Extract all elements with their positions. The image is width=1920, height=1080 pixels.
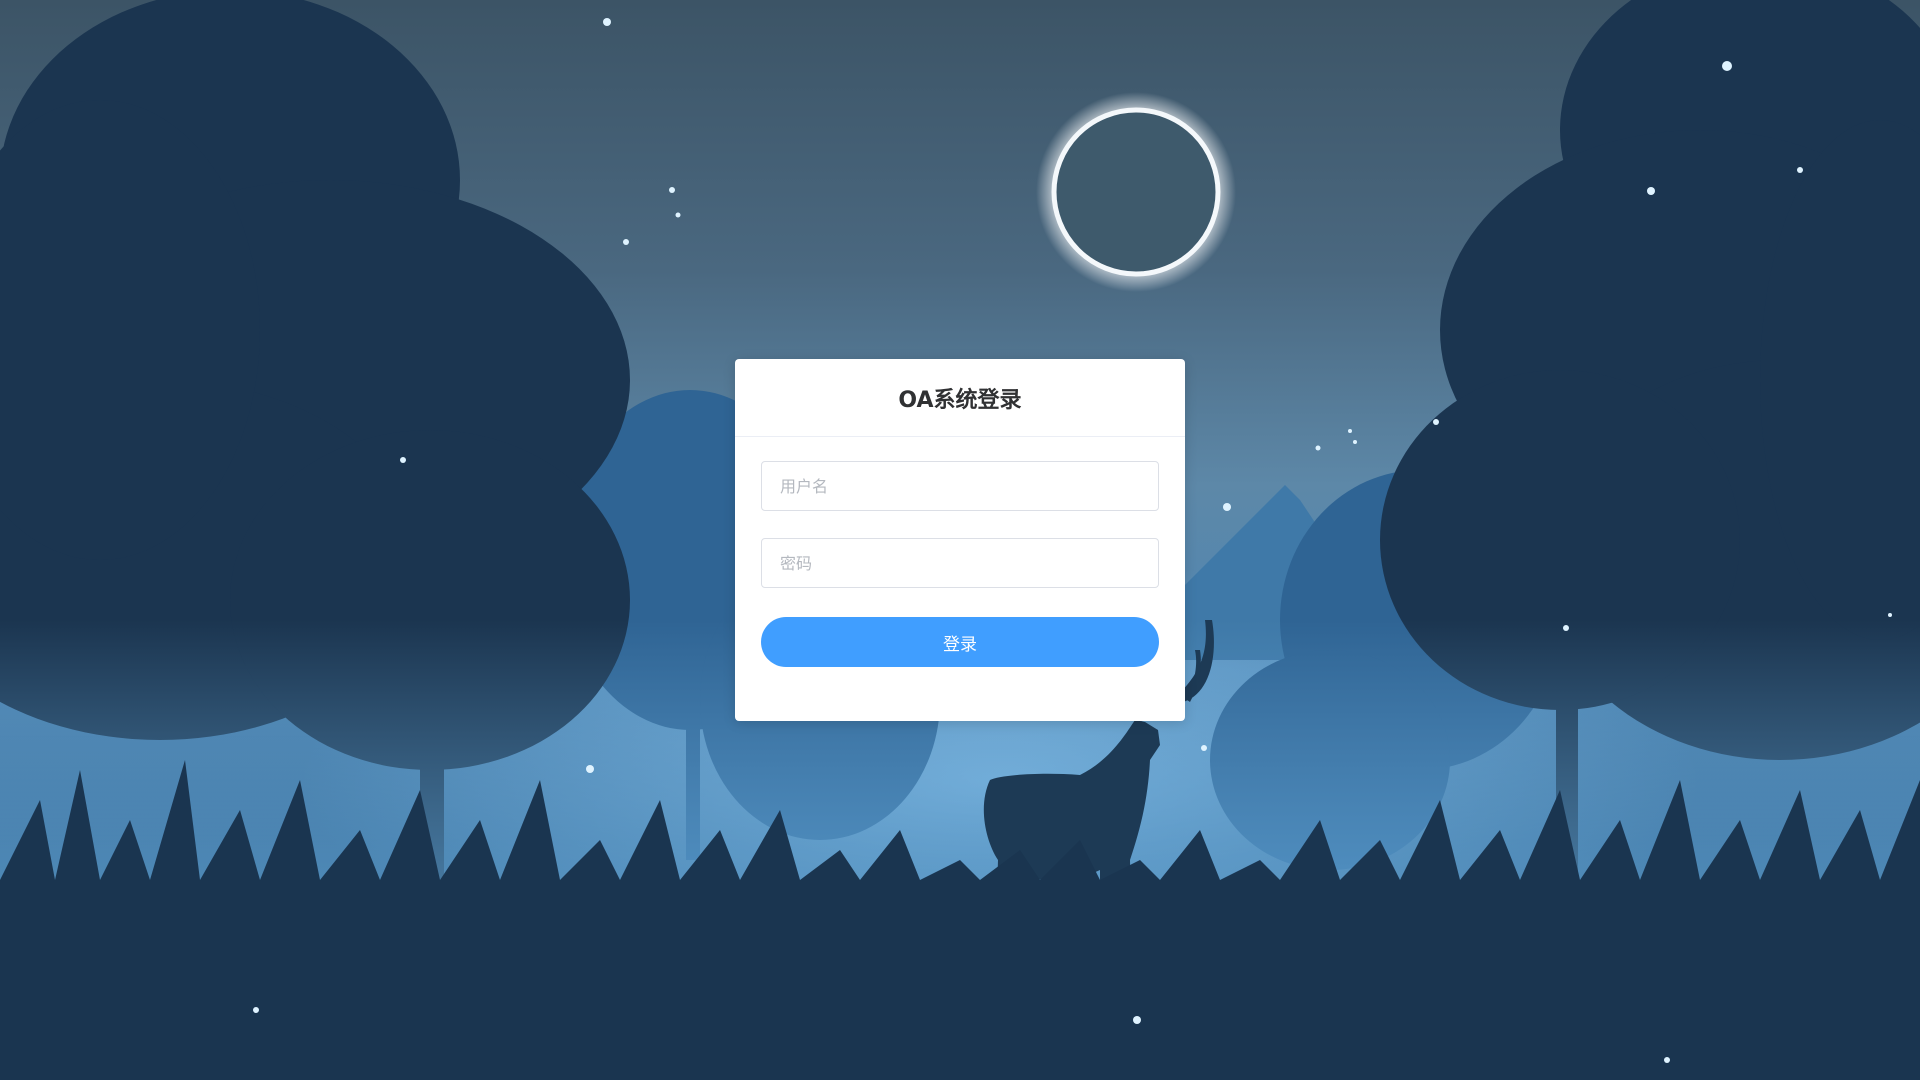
login-card: OA系统登录 登录 <box>735 359 1185 721</box>
login-button[interactable]: 登录 <box>761 617 1159 667</box>
password-input[interactable] <box>761 538 1159 588</box>
username-input[interactable] <box>761 461 1159 511</box>
login-page: OA系统登录 登录 <box>0 0 1920 1080</box>
login-form: 登录 <box>735 437 1185 667</box>
login-title: OA系统登录 <box>898 387 1022 413</box>
card-header: OA系统登录 <box>735 359 1185 437</box>
eclipse-moon-icon <box>1036 92 1236 292</box>
